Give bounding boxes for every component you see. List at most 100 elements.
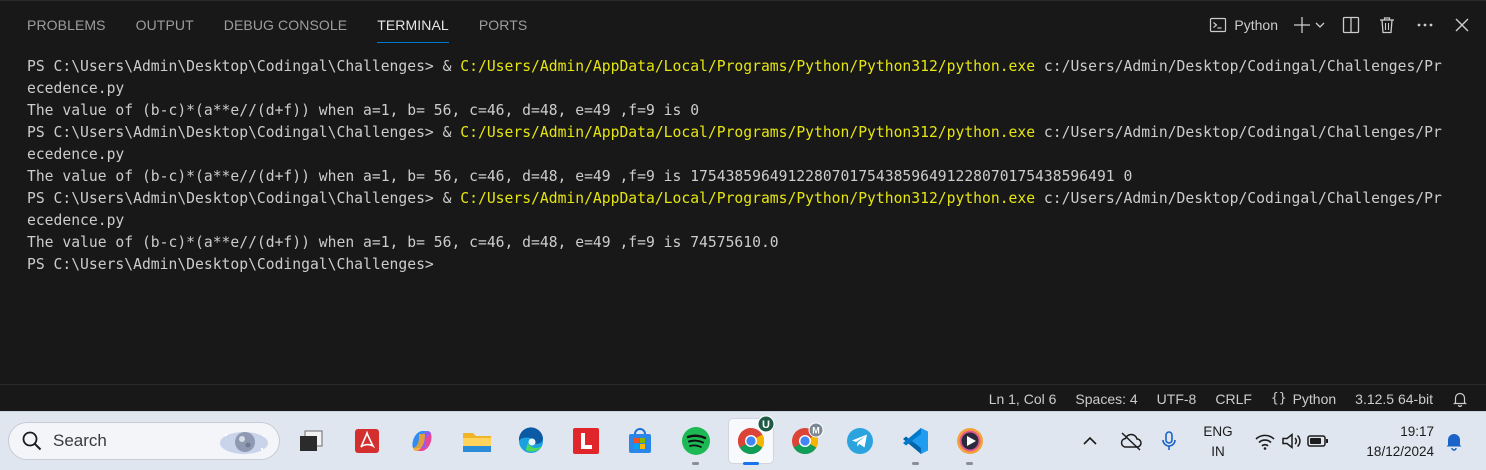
terminal-output[interactable]: PS C:\Users\Admin\Desktop\Codingal\Chall… bbox=[0, 48, 1486, 384]
taskbar-search[interactable]: Search bbox=[8, 422, 280, 460]
microphone-button[interactable] bbox=[1152, 424, 1186, 458]
svg-text:M: M bbox=[812, 426, 820, 436]
status-items: Ln 1, Col 6 Spaces: 4 UTF-8 CRLF {} Pyth… bbox=[989, 385, 1486, 412]
chrome-profile-badge-m: M bbox=[808, 422, 824, 438]
store-icon bbox=[629, 428, 651, 453]
status-cursor-position[interactable]: Ln 1, Col 6 bbox=[989, 391, 1057, 407]
notification-center-button[interactable] bbox=[1440, 424, 1468, 458]
bell-icon bbox=[1446, 434, 1462, 451]
tab-problems[interactable]: PROBLEMS bbox=[27, 1, 106, 49]
edge-button[interactable] bbox=[514, 424, 548, 458]
kill-terminal-button[interactable] bbox=[1378, 11, 1396, 39]
vscode-running-indicator bbox=[912, 462, 919, 465]
file-explorer-button[interactable] bbox=[460, 424, 494, 458]
terminal-line: PS C:\Users\Admin\Desktop\Codingal\Chall… bbox=[27, 58, 1442, 75]
panel-tabs: PROBLEMS OUTPUT DEBUG CONSOLE TERMINAL P… bbox=[27, 1, 557, 49]
terminal-line: The value of (b-c)*(a**e//(d+f)) when a=… bbox=[27, 234, 779, 251]
microphone-icon bbox=[1162, 431, 1176, 450]
plus-icon bbox=[1294, 17, 1310, 33]
region-code: IN bbox=[1211, 444, 1225, 459]
tab-debug-console[interactable]: DEBUG CONSOLE bbox=[224, 1, 347, 49]
search-icon bbox=[22, 431, 42, 451]
media-player-button[interactable] bbox=[953, 424, 987, 458]
chevron-up-icon bbox=[1083, 436, 1097, 445]
media-player-running-indicator bbox=[966, 462, 973, 465]
pdf-reader-icon bbox=[355, 429, 379, 453]
copilot-button[interactable] bbox=[405, 424, 439, 458]
tab-output[interactable]: OUTPUT bbox=[136, 1, 194, 49]
volume-icon bbox=[1282, 432, 1301, 450]
status-indentation[interactable]: Spaces: 4 bbox=[1075, 391, 1137, 407]
terminal-line: ecedence.py bbox=[27, 80, 125, 97]
language-label: Python bbox=[1292, 390, 1337, 407]
telegram-button[interactable] bbox=[843, 424, 877, 458]
status-python-interpreter[interactable]: 3.12.5 64-bit bbox=[1355, 391, 1433, 407]
terminal-lines: PS C:\Users\Admin\Desktop\Codingal\Chall… bbox=[27, 56, 1468, 276]
bell-icon bbox=[1453, 392, 1467, 407]
battery-icon bbox=[1307, 435, 1328, 447]
l-app-icon bbox=[573, 428, 599, 454]
status-bar: Ln 1, Col 6 Spaces: 4 UTF-8 CRLF {} Pyth… bbox=[0, 384, 1486, 411]
terminal-line: ecedence.py bbox=[27, 146, 125, 163]
input-language-indicator[interactable]: ENG IN bbox=[1201, 422, 1235, 462]
terminal-icon bbox=[1210, 17, 1227, 33]
status-language-mode[interactable]: {} Python bbox=[1271, 391, 1336, 407]
clock[interactable]: 19:17 18/12/2024 bbox=[1346, 422, 1434, 462]
panel-header: PROBLEMS OUTPUT DEBUG CONSOLE TERMINAL P… bbox=[0, 0, 1486, 48]
chrome-profile-badge-u: U bbox=[757, 415, 775, 433]
quick-settings-button[interactable] bbox=[1250, 424, 1340, 458]
terminal-dropdown-button[interactable] bbox=[1314, 11, 1326, 39]
status-encoding[interactable]: UTF-8 bbox=[1157, 391, 1197, 407]
close-panel-button[interactable] bbox=[1454, 11, 1470, 39]
spotify-button[interactable] bbox=[679, 424, 713, 458]
spotify-running-indicator bbox=[692, 462, 699, 465]
search-highlight-icon bbox=[220, 432, 268, 454]
terminal-prompt-line: PS C:\Users\Admin\Desktop\Codingal\Chall… bbox=[27, 256, 434, 273]
chevron-down-icon bbox=[1315, 22, 1325, 28]
vscode-window: PROBLEMS OUTPUT DEBUG CONSOLE TERMINAL P… bbox=[0, 0, 1486, 470]
status-line-ending[interactable]: CRLF bbox=[1215, 391, 1252, 407]
file-explorer-icon bbox=[463, 433, 491, 452]
split-terminal-button[interactable] bbox=[1342, 11, 1360, 39]
media-player-icon bbox=[957, 428, 983, 454]
more-icon bbox=[1417, 23, 1433, 27]
wifi-icon bbox=[1255, 434, 1275, 450]
tab-terminal[interactable]: TERMINAL bbox=[377, 1, 449, 49]
split-terminal-icon bbox=[1342, 16, 1360, 34]
vscode-button[interactable] bbox=[898, 424, 932, 458]
clock-time: 19:17 bbox=[1400, 424, 1434, 439]
taskbar: Search U M ENG IN 19:17 18/12/2024 bbox=[0, 411, 1486, 470]
notifications-button[interactable] bbox=[1452, 391, 1468, 407]
new-terminal-button[interactable] bbox=[1292, 11, 1312, 39]
terminal-line: The value of (b-c)*(a**e//(d+f)) when a=… bbox=[27, 102, 700, 119]
copilot-icon bbox=[412, 431, 432, 451]
search-label: Search bbox=[53, 431, 107, 450]
chrome-running-indicator bbox=[743, 462, 759, 465]
pdf-reader-button[interactable] bbox=[350, 424, 384, 458]
terminal-selector[interactable]: Python bbox=[1209, 11, 1278, 39]
telegram-icon bbox=[847, 428, 873, 454]
onedrive-button[interactable] bbox=[1114, 424, 1148, 458]
store-button[interactable] bbox=[623, 424, 657, 458]
show-hidden-icons-button[interactable] bbox=[1076, 424, 1104, 458]
task-view-button[interactable] bbox=[294, 424, 328, 458]
chrome-profile-button[interactable]: M bbox=[788, 422, 824, 458]
svg-text:U: U bbox=[762, 419, 770, 431]
more-actions-button[interactable] bbox=[1416, 11, 1434, 39]
terminal-line: ecedence.py bbox=[27, 212, 125, 229]
trash-icon bbox=[1380, 17, 1394, 34]
tab-ports[interactable]: PORTS bbox=[479, 1, 527, 49]
terminal-line: PS C:\Users\Admin\Desktop\Codingal\Chall… bbox=[27, 124, 1442, 141]
l-app-button[interactable] bbox=[569, 424, 603, 458]
vscode-icon bbox=[903, 428, 928, 454]
braces-icon: {} bbox=[1270, 391, 1287, 406]
language-code: ENG bbox=[1203, 424, 1233, 439]
chrome-button[interactable]: U bbox=[728, 415, 775, 464]
edge-icon bbox=[518, 427, 543, 453]
terminal-line: The value of (b-c)*(a**e//(d+f)) when a=… bbox=[27, 168, 1133, 185]
cloud-offline-icon bbox=[1120, 432, 1142, 451]
terminal-line: PS C:\Users\Admin\Desktop\Codingal\Chall… bbox=[27, 190, 1442, 207]
clock-date: 18/12/2024 bbox=[1366, 444, 1434, 459]
terminal-name: Python bbox=[1234, 17, 1278, 33]
panel-actions: Python bbox=[1203, 1, 1470, 49]
